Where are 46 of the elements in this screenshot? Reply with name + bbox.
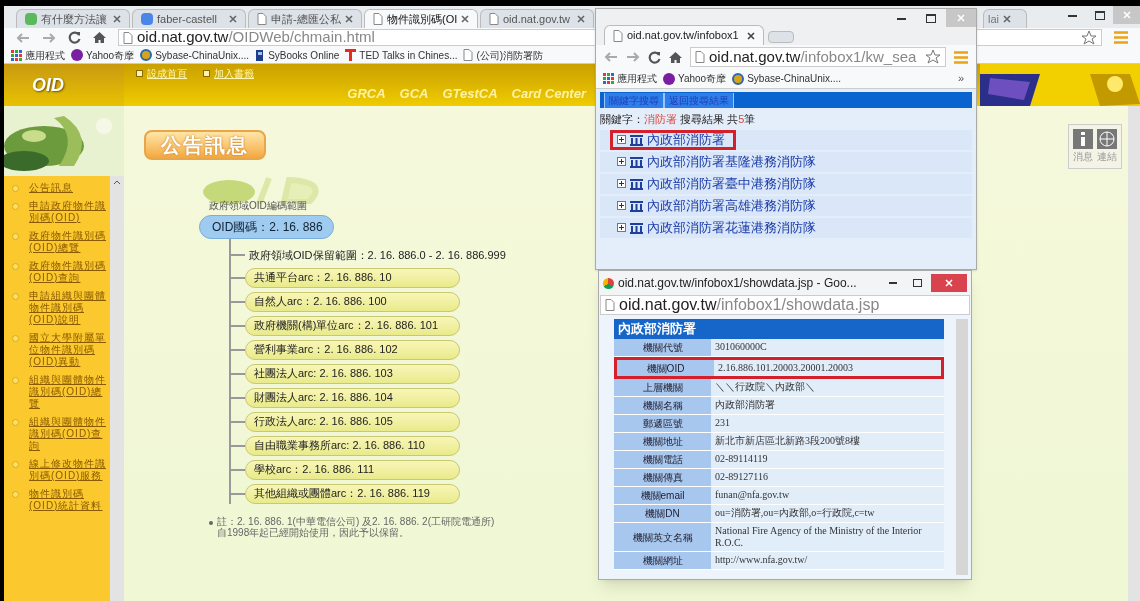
arc-node: 共通平台arc：2. 16. 886. 10	[245, 267, 460, 288]
section-heading: 公告訊息	[144, 130, 266, 160]
root-node: OID國碼：2. 16. 886	[199, 215, 334, 239]
row-label: 郵遞區號	[614, 415, 711, 432]
row-label: 機關email	[614, 487, 711, 504]
row-value: 02-89127116	[711, 469, 944, 486]
arc-node: 營利事業arc：2. 16. 886. 102	[245, 339, 460, 360]
arc-node: 政府機關(構)單位arc：2. 16. 886. 101	[245, 315, 460, 336]
table-header: 內政部消防署	[614, 319, 944, 339]
row-label: 機關網址	[614, 552, 711, 569]
footnote: 註：2. 16. 886. 1(中華電信公司) 及2. 16. 886. 2(工研院電通所)	[217, 515, 495, 527]
row-label: 機關OID	[617, 360, 714, 376]
reserved-range: 政府領域OID保留範圍：2. 16. 886.0 - 2. 16. 886.999	[248, 248, 506, 263]
row-value: 2.16.886.101.20003.20001.20003	[714, 360, 941, 376]
footnote: 自1998年起已經開始使用，因此予以保留。	[217, 526, 411, 538]
window-title: oid.nat.gov.tw/infobox1/showdata.jsp - Goo...	[618, 275, 858, 292]
arc-node: 行政法人arc: 2. 16. 886. 105	[245, 411, 460, 432]
arc-node: 自由職業事務所arc: 2. 16. 886. 110	[245, 435, 460, 456]
diagram-caption: 政府領域OID編碼範圍	[209, 199, 308, 213]
arc-node: 其他組織或團體arc：2. 16. 886. 119	[245, 483, 460, 504]
row-label: 機關英文名稱	[614, 523, 711, 551]
row-value: ＼＼行政院＼內政部＼	[711, 379, 944, 396]
row-value: funan@nfa.gov.tw	[711, 487, 944, 504]
row-value: National Fire Agency of the Ministry of the Interior R.O.C.	[711, 523, 944, 551]
arc-node: 社團法人arc: 2. 16. 886. 103	[245, 363, 460, 384]
row-value: 02-89114119	[711, 451, 944, 468]
arc-node: 財團法人arc: 2. 16. 886. 104	[245, 387, 460, 408]
row-label: 機關傳真	[614, 469, 711, 486]
row-value: 新北市新店區北新路3段200號8樓	[711, 433, 944, 450]
search-summary: 關鍵字：消防署 搜尋結果 共5筆	[600, 112, 757, 127]
row-value: http://www.nfa.gov.tw/	[711, 552, 944, 569]
row-label: 機關代號	[614, 339, 711, 356]
row-value: 301060000C	[711, 339, 944, 356]
arc-node: 學校arc：2. 16. 886. 111	[245, 459, 460, 480]
url-text: oid.nat.gov.tw/OIDWeb/chmain.html	[137, 27, 375, 48]
url-text: oid.nat.gov.tw/infobox1/showdata.jsp	[619, 296, 880, 314]
arc-node: 自然人arc：2. 16. 886. 100	[245, 291, 460, 312]
row-value: ou=消防署,ou=內政部,o=行政院,c=tw	[711, 505, 944, 522]
row-value: 內政部消防署	[711, 397, 944, 414]
row-label: 機關DN	[614, 505, 711, 522]
row-label: 上層機關	[614, 379, 711, 396]
row-value: 231	[711, 415, 944, 432]
row-label: 機關地址	[614, 433, 711, 450]
url-text: oid.nat.gov.tw/infobox1/kw_sea	[709, 48, 917, 66]
row-label: 機關電話	[614, 451, 711, 468]
row-label: 機關名稱	[614, 397, 711, 414]
